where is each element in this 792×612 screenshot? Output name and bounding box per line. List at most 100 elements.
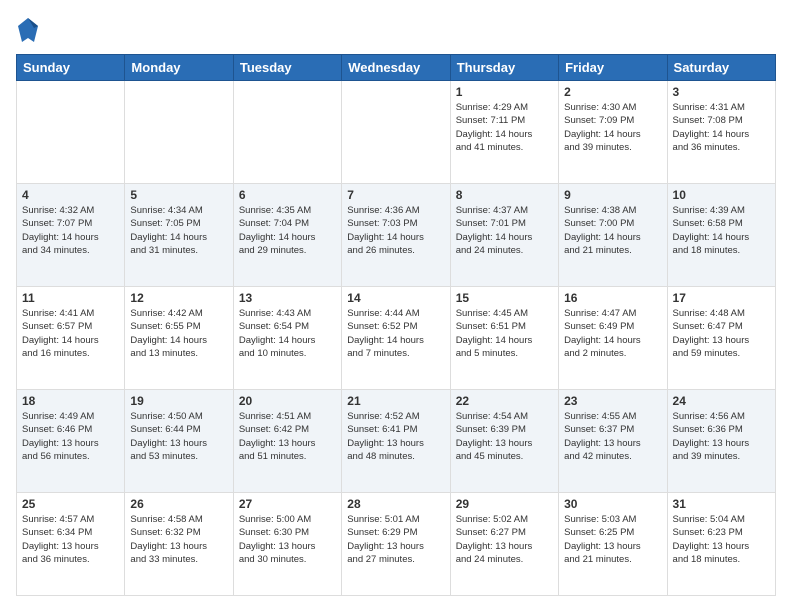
day-number: 19 [130, 394, 227, 408]
calendar-header-thursday: Thursday [450, 55, 558, 81]
day-number: 26 [130, 497, 227, 511]
calendar-cell: 8 Sunrise: 4:37 AM Sunset: 7:01 PM Daylig… [450, 184, 558, 287]
logo-icon [16, 16, 40, 44]
calendar-header-tuesday: Tuesday [233, 55, 341, 81]
calendar-header-wednesday: Wednesday [342, 55, 450, 81]
day-detail: Sunrise: 4:49 AM Sunset: 6:46 PM Dayligh… [22, 410, 119, 463]
calendar-cell: 25Sunrise: 4:57 AM Sunset: 6:34 PM Dayli… [17, 493, 125, 596]
calendar-cell: 12 Sunrise: 4:42 AM Sunset: 6:55 PM Dayli… [125, 287, 233, 390]
calendar-cell [125, 81, 233, 184]
day-detail: Sunrise: 4:50 AM Sunset: 6:44 PM Dayligh… [130, 410, 227, 463]
day-detail: Sunrise: 4:52 AM Sunset: 6:41 PM Dayligh… [347, 410, 444, 463]
day-detail: Sunrise: 4:35 AM Sunset: 7:04 PM Dayligh… [239, 204, 336, 257]
day-detail: Sunrise: 4:51 AM Sunset: 6:42 PM Dayligh… [239, 410, 336, 463]
day-detail: Sunrise: 4:42 AM Sunset: 6:55 PM Dayligh… [130, 307, 227, 360]
calendar-week-row: 11 Sunrise: 4:41 AM Sunset: 6:57 PM Dayli… [17, 287, 776, 390]
calendar-header-saturday: Saturday [667, 55, 775, 81]
day-number: 6 [239, 188, 336, 202]
day-detail: Sunrise: 4:54 AM Sunset: 6:39 PM Dayligh… [456, 410, 553, 463]
day-number: 24 [673, 394, 770, 408]
calendar-cell: 16 Sunrise: 4:47 AM Sunset: 6:49 PM Dayli… [559, 287, 667, 390]
calendar-cell [342, 81, 450, 184]
day-number: 14 [347, 291, 444, 305]
calendar-cell: 9Sunrise: 4:38 AM Sunset: 7:00 PM Daylig… [559, 184, 667, 287]
day-detail: Sunrise: 4:41 AM Sunset: 6:57 PM Dayligh… [22, 307, 119, 360]
day-number: 2 [564, 85, 661, 99]
day-number: 1 [456, 85, 553, 99]
day-number: 17 [673, 291, 770, 305]
calendar-cell [233, 81, 341, 184]
calendar-cell [17, 81, 125, 184]
day-number: 9 [564, 188, 661, 202]
day-number: 31 [673, 497, 770, 511]
day-detail: Sunrise: 4:58 AM Sunset: 6:32 PM Dayligh… [130, 513, 227, 566]
day-number: 30 [564, 497, 661, 511]
calendar-cell: 13 Sunrise: 4:43 AM Sunset: 6:54 PM Dayli… [233, 287, 341, 390]
day-number: 15 [456, 291, 553, 305]
day-number: 29 [456, 497, 553, 511]
calendar-cell: 11 Sunrise: 4:41 AM Sunset: 6:57 PM Dayli… [17, 287, 125, 390]
day-number: 18 [22, 394, 119, 408]
calendar-cell: 24 Sunrise: 4:56 AM Sunset: 6:36 PM Dayli… [667, 390, 775, 493]
day-detail: Sunrise: 4:30 AM Sunset: 7:09 PM Dayligh… [564, 101, 661, 154]
day-detail: Sunrise: 4:57 AM Sunset: 6:34 PM Dayligh… [22, 513, 119, 566]
calendar-cell: 22 Sunrise: 4:54 AM Sunset: 6:39 PM Dayli… [450, 390, 558, 493]
day-number: 23 [564, 394, 661, 408]
calendar-cell: 2 Sunrise: 4:30 AM Sunset: 7:09 PM Daylig… [559, 81, 667, 184]
day-number: 3 [673, 85, 770, 99]
day-number: 13 [239, 291, 336, 305]
day-detail: Sunrise: 4:37 AM Sunset: 7:01 PM Dayligh… [456, 204, 553, 257]
day-detail: Sunrise: 5:03 AM Sunset: 6:25 PM Dayligh… [564, 513, 661, 566]
calendar-header-monday: Monday [125, 55, 233, 81]
day-detail: Sunrise: 4:43 AM Sunset: 6:54 PM Dayligh… [239, 307, 336, 360]
day-detail: Sunrise: 4:29 AM Sunset: 7:11 PM Dayligh… [456, 101, 553, 154]
day-number: 10 [673, 188, 770, 202]
calendar-week-row: 25Sunrise: 4:57 AM Sunset: 6:34 PM Dayli… [17, 493, 776, 596]
day-number: 11 [22, 291, 119, 305]
day-number: 7 [347, 188, 444, 202]
day-detail: Sunrise: 5:04 AM Sunset: 6:23 PM Dayligh… [673, 513, 770, 566]
calendar-week-row: 4Sunrise: 4:32 AM Sunset: 7:07 PM Daylig… [17, 184, 776, 287]
day-number: 28 [347, 497, 444, 511]
day-number: 12 [130, 291, 227, 305]
calendar-cell: 6 Sunrise: 4:35 AM Sunset: 7:04 PM Daylig… [233, 184, 341, 287]
calendar-cell: 23 Sunrise: 4:55 AM Sunset: 6:37 PM Dayli… [559, 390, 667, 493]
day-detail: Sunrise: 4:31 AM Sunset: 7:08 PM Dayligh… [673, 101, 770, 154]
day-detail: Sunrise: 5:00 AM Sunset: 6:30 PM Dayligh… [239, 513, 336, 566]
calendar-cell: 10 Sunrise: 4:39 AM Sunset: 6:58 PM Dayli… [667, 184, 775, 287]
calendar-cell: 14 Sunrise: 4:44 AM Sunset: 6:52 PM Dayli… [342, 287, 450, 390]
day-detail: Sunrise: 4:45 AM Sunset: 6:51 PM Dayligh… [456, 307, 553, 360]
day-detail: Sunrise: 5:01 AM Sunset: 6:29 PM Dayligh… [347, 513, 444, 566]
calendar-cell: 30 Sunrise: 5:03 AM Sunset: 6:25 PM Dayli… [559, 493, 667, 596]
day-detail: Sunrise: 4:48 AM Sunset: 6:47 PM Dayligh… [673, 307, 770, 360]
calendar-cell: 29 Sunrise: 5:02 AM Sunset: 6:27 PM Dayli… [450, 493, 558, 596]
calendar-cell: 17 Sunrise: 4:48 AM Sunset: 6:47 PM Dayli… [667, 287, 775, 390]
calendar-week-row: 18 Sunrise: 4:49 AM Sunset: 6:46 PM Dayli… [17, 390, 776, 493]
calendar-header-row: SundayMondayTuesdayWednesdayThursdayFrid… [17, 55, 776, 81]
day-number: 20 [239, 394, 336, 408]
day-detail: Sunrise: 4:34 AM Sunset: 7:05 PM Dayligh… [130, 204, 227, 257]
calendar-cell: 31 Sunrise: 5:04 AM Sunset: 6:23 PM Dayli… [667, 493, 775, 596]
logo [16, 16, 44, 44]
day-number: 22 [456, 394, 553, 408]
calendar-cell: 4Sunrise: 4:32 AM Sunset: 7:07 PM Daylig… [17, 184, 125, 287]
calendar-cell: 18 Sunrise: 4:49 AM Sunset: 6:46 PM Dayli… [17, 390, 125, 493]
day-number: 21 [347, 394, 444, 408]
day-number: 4 [22, 188, 119, 202]
calendar-cell: 19 Sunrise: 4:50 AM Sunset: 6:44 PM Dayli… [125, 390, 233, 493]
calendar-cell: 21 Sunrise: 4:52 AM Sunset: 6:41 PM Dayli… [342, 390, 450, 493]
calendar-cell: 20 Sunrise: 4:51 AM Sunset: 6:42 PM Dayli… [233, 390, 341, 493]
day-detail: Sunrise: 4:39 AM Sunset: 6:58 PM Dayligh… [673, 204, 770, 257]
day-detail: Sunrise: 4:44 AM Sunset: 6:52 PM Dayligh… [347, 307, 444, 360]
calendar-cell: 15 Sunrise: 4:45 AM Sunset: 6:51 PM Dayli… [450, 287, 558, 390]
day-detail: Sunrise: 4:56 AM Sunset: 6:36 PM Dayligh… [673, 410, 770, 463]
day-detail: Sunrise: 4:55 AM Sunset: 6:37 PM Dayligh… [564, 410, 661, 463]
day-number: 5 [130, 188, 227, 202]
calendar-cell: 5 Sunrise: 4:34 AM Sunset: 7:05 PM Daylig… [125, 184, 233, 287]
calendar-cell: 3 Sunrise: 4:31 AM Sunset: 7:08 PM Daylig… [667, 81, 775, 184]
day-number: 16 [564, 291, 661, 305]
day-detail: Sunrise: 4:47 AM Sunset: 6:49 PM Dayligh… [564, 307, 661, 360]
day-detail: Sunrise: 4:36 AM Sunset: 7:03 PM Dayligh… [347, 204, 444, 257]
day-detail: Sunrise: 5:02 AM Sunset: 6:27 PM Dayligh… [456, 513, 553, 566]
day-number: 8 [456, 188, 553, 202]
